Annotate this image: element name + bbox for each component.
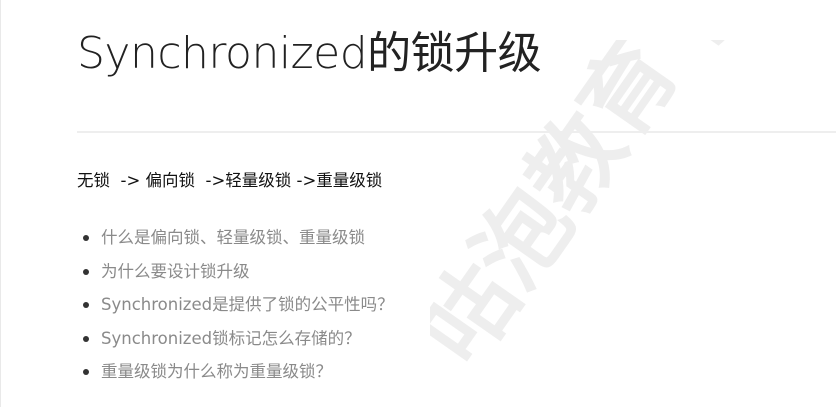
question-list: 什么是偏向锁、轻量级锁、重量级锁 为什么要设计锁升级 Synchronized是…	[77, 224, 394, 392]
list-item: 重量级锁为什么称为重量级锁？	[77, 358, 394, 392]
list-item: Synchronized是提供了锁的公平性吗？	[77, 291, 394, 325]
bullet-icon	[83, 335, 89, 342]
question-text: 为什么要设计锁升级	[101, 261, 250, 281]
page-left-edge	[0, 0, 1, 407]
question-text: Synchronized锁标记怎么存储的？	[101, 328, 361, 348]
bullet-icon	[83, 235, 89, 241]
list-item: 为什么要设计锁升级	[77, 258, 394, 292]
list-item: Synchronized锁标记怎么存储的？	[77, 325, 394, 359]
title-divider	[77, 131, 836, 133]
page-title: Synchronized的锁升级	[77, 28, 542, 79]
question-text: Synchronized是提供了锁的公平性吗？	[101, 295, 394, 314]
bullet-icon	[83, 268, 89, 275]
list-item: 什么是偏向锁、轻量级锁、重量级锁	[77, 224, 394, 258]
watermark: 咕泡教育 gupaoedu.com	[400, 0, 836, 400]
watermark-text: 咕泡教育 gupaoedu.com	[430, 40, 836, 383]
question-text: 重量级锁为什么称为重量级锁？	[101, 362, 332, 381]
bullet-icon	[83, 302, 89, 308]
lock-upgrade-flow: 无锁 -> 偏向锁 ->轻量级锁 ->重量级锁	[77, 171, 383, 190]
question-text: 什么是偏向锁、轻量级锁、重量级锁	[101, 228, 365, 247]
bullet-icon	[83, 369, 89, 375]
